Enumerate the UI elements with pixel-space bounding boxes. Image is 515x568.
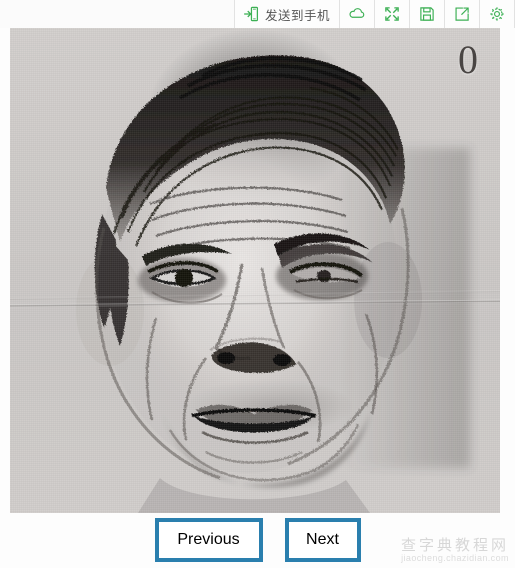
previous-button[interactable]: Previous xyxy=(154,518,263,562)
fullscreen-button[interactable] xyxy=(374,0,409,28)
send-to-phone-label: 发送到手机 xyxy=(264,8,330,23)
cloud-icon xyxy=(348,5,366,23)
portrait-artwork xyxy=(10,28,500,513)
save-button[interactable] xyxy=(409,0,444,28)
next-button[interactable]: Next xyxy=(284,518,361,562)
send-to-phone-button[interactable]: 发送到手机 xyxy=(233,0,339,28)
portrait-photo: 0 xyxy=(10,28,500,513)
pagination-controls: Previous Next xyxy=(0,518,515,564)
floppy-disk-icon xyxy=(418,5,436,23)
send-to-phone-icon xyxy=(242,5,260,23)
cloud-button[interactable] xyxy=(339,0,374,28)
page-number-overlay: 0 xyxy=(458,37,478,82)
expand-arrows-icon xyxy=(383,5,401,23)
share-export-icon xyxy=(453,5,471,23)
settings-button[interactable] xyxy=(479,0,515,28)
gear-icon xyxy=(488,5,506,23)
toolbar-button-group: 发送到手机 xyxy=(233,0,515,28)
share-button[interactable] xyxy=(444,0,479,28)
viewer-toolbar: 发送到手机 xyxy=(0,0,515,28)
image-viewer[interactable]: 0 xyxy=(10,28,500,513)
